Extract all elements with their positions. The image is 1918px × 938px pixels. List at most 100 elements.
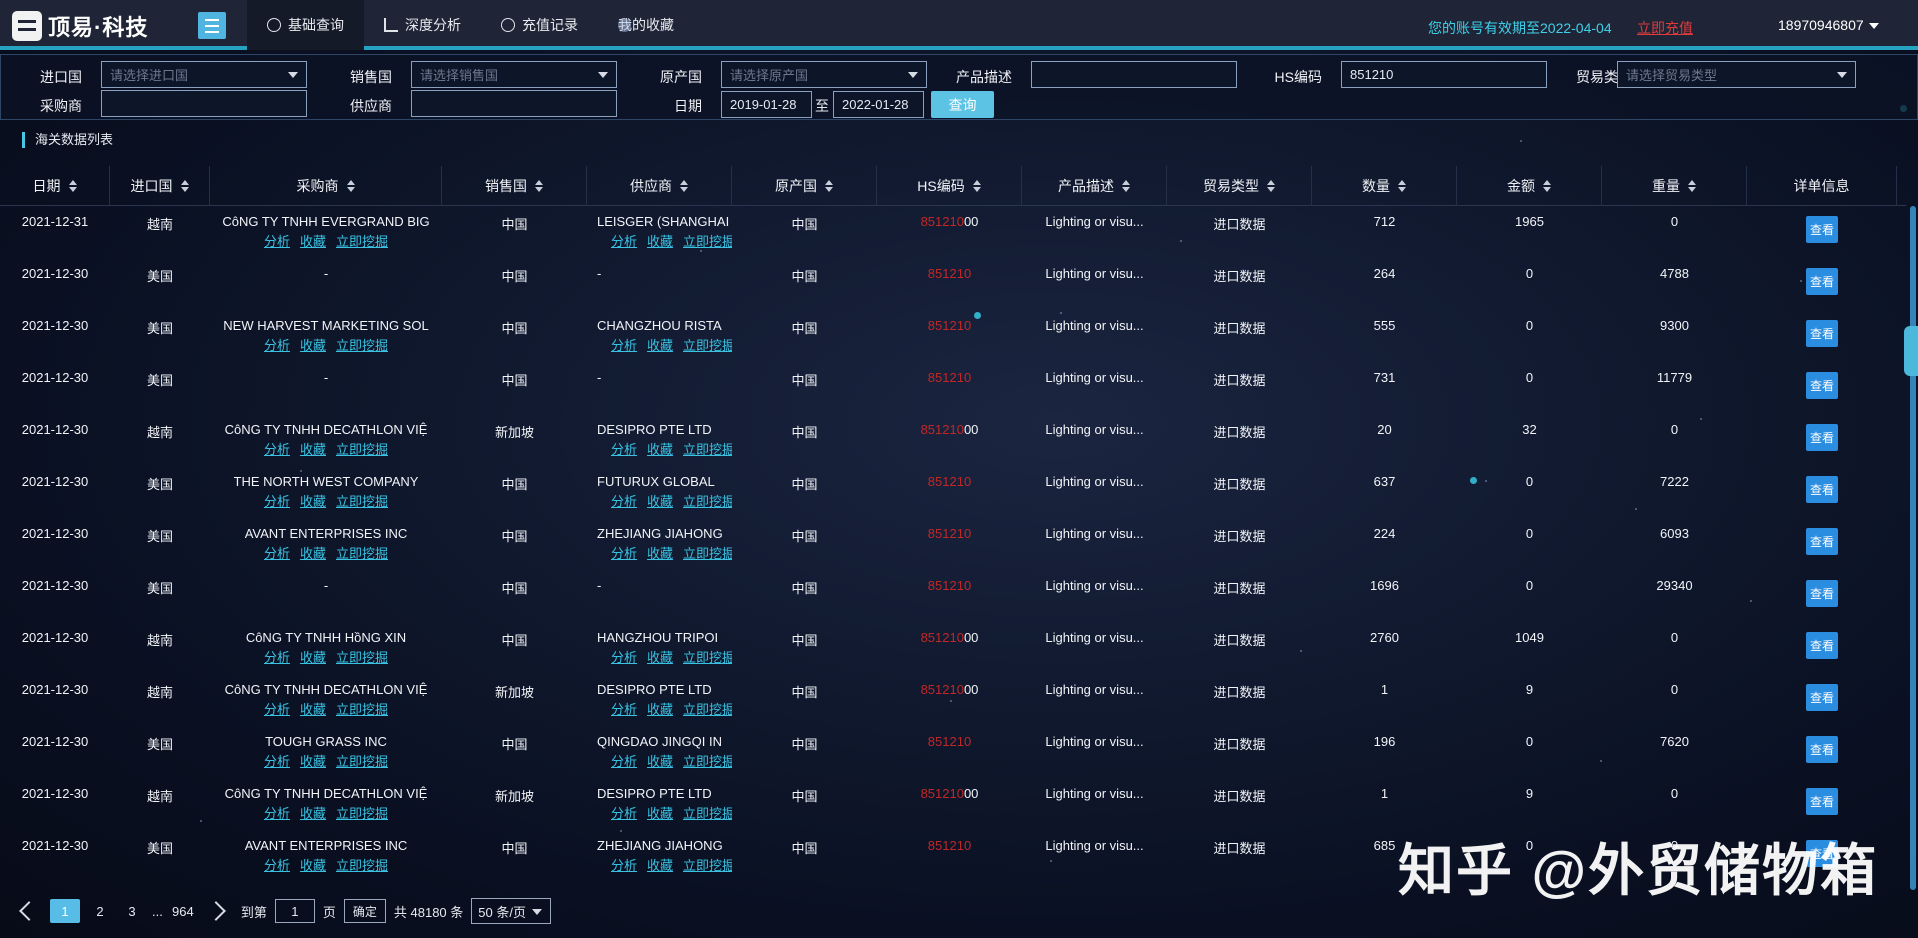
sort-icon[interactable] [1688, 180, 1696, 192]
favorite-link[interactable]: 收藏 [300, 751, 326, 770]
dig-now-link[interactable]: 立即挖掘 [336, 491, 388, 510]
view-details-button[interactable]: 查看 [1806, 476, 1838, 503]
favorite-link[interactable]: 收藏 [300, 543, 326, 562]
page-2[interactable]: 2 [88, 899, 112, 923]
analyze-link[interactable]: 分析 [611, 855, 637, 874]
favorite-link[interactable]: 收藏 [300, 231, 326, 250]
favorite-link[interactable]: 收藏 [647, 803, 673, 822]
col-header-trade-type[interactable]: 贸易类型 [1167, 166, 1312, 206]
dig-now-link[interactable]: 立即挖掘 [683, 803, 732, 822]
dig-now-link[interactable]: 立即挖掘 [683, 855, 732, 874]
dig-now-link[interactable]: 立即挖掘 [336, 803, 388, 822]
hs-code-input[interactable]: 851210 [1341, 61, 1547, 88]
favorite-link[interactable]: 收藏 [647, 699, 673, 718]
side-drawer-tab[interactable] [1904, 326, 1918, 376]
analyze-link[interactable]: 分析 [264, 699, 290, 718]
dig-now-link[interactable]: 立即挖掘 [683, 699, 732, 718]
sort-icon[interactable] [825, 180, 833, 192]
dig-now-link[interactable]: 立即挖掘 [683, 491, 732, 510]
favorite-link[interactable]: 收藏 [300, 855, 326, 874]
goto-page-input[interactable]: 1 [274, 899, 315, 923]
view-details-button[interactable]: 查看 [1806, 320, 1838, 347]
col-header-sales-country[interactable]: 销售国 [442, 166, 587, 206]
dig-now-link[interactable]: 立即挖掘 [683, 751, 732, 770]
analyze-link[interactable]: 分析 [264, 803, 290, 822]
favorite-link[interactable]: 收藏 [647, 855, 673, 874]
trade-type-select[interactable]: 请选择贸易类型 [1617, 61, 1856, 88]
view-details-button[interactable]: 查看 [1806, 788, 1838, 815]
analyze-link[interactable]: 分析 [264, 439, 290, 458]
sort-icon[interactable] [68, 180, 77, 192]
favorite-link[interactable]: 收藏 [300, 647, 326, 666]
col-header-import-country[interactable]: 进口国 [110, 166, 210, 206]
import-country-select[interactable]: 请选择进口国 [101, 61, 307, 88]
favorite-link[interactable]: 收藏 [300, 803, 326, 822]
col-header-amount[interactable]: 金额 [1457, 166, 1602, 206]
col-header-supplier[interactable]: 供应商 [587, 166, 732, 206]
analyze-link[interactable]: 分析 [611, 439, 637, 458]
page-ellipsis[interactable]: ... [152, 904, 163, 919]
sort-icon[interactable] [1398, 180, 1406, 192]
nav-recharge-records[interactable]: 充值记录 [481, 0, 598, 50]
product-desc-input[interactable] [1031, 61, 1237, 88]
analyze-link[interactable]: 分析 [264, 855, 290, 874]
view-details-button[interactable]: 查看 [1806, 580, 1838, 607]
dig-now-link[interactable]: 立即挖掘 [683, 543, 732, 562]
col-header-quantity[interactable]: 数量 [1312, 166, 1457, 206]
col-header-date[interactable]: 日期 [0, 166, 110, 206]
buyer-input[interactable] [101, 90, 307, 117]
page-size-select[interactable]: 50 条/页 [471, 898, 552, 924]
favorite-link[interactable]: 收藏 [647, 439, 673, 458]
favorite-link[interactable]: 收藏 [647, 231, 673, 250]
view-details-button[interactable]: 查看 [1806, 632, 1838, 659]
favorite-link[interactable]: 收藏 [300, 491, 326, 510]
analyze-link[interactable]: 分析 [611, 647, 637, 666]
favorite-link[interactable]: 收藏 [647, 335, 673, 354]
analyze-link[interactable]: 分析 [611, 491, 637, 510]
analyze-link[interactable]: 分析 [611, 543, 637, 562]
favorite-link[interactable]: 收藏 [647, 543, 673, 562]
dig-now-link[interactable]: 立即挖掘 [336, 543, 388, 562]
sort-icon[interactable] [1543, 180, 1551, 192]
view-details-button[interactable]: 查看 [1806, 372, 1838, 399]
dig-now-link[interactable]: 立即挖掘 [336, 699, 388, 718]
dig-now-link[interactable]: 立即挖掘 [336, 855, 388, 874]
view-details-button[interactable]: 查看 [1806, 528, 1838, 555]
dig-now-link[interactable]: 立即挖掘 [336, 335, 388, 354]
sort-icon[interactable] [535, 180, 543, 192]
analyze-link[interactable]: 分析 [264, 231, 290, 250]
analyze-link[interactable]: 分析 [264, 335, 290, 354]
sort-icon[interactable] [346, 180, 355, 192]
sort-icon[interactable] [1267, 180, 1275, 192]
view-details-button[interactable]: 查看 [1806, 424, 1838, 451]
page-3[interactable]: 3 [120, 899, 144, 923]
favorite-link[interactable]: 收藏 [647, 751, 673, 770]
user-menu[interactable]: 18970946807 [1778, 17, 1879, 33]
supplier-input[interactable] [411, 90, 617, 117]
recharge-link[interactable]: 立即充值 [1637, 18, 1693, 38]
origin-country-select[interactable]: 请选择原产国 [721, 61, 927, 88]
nav-basic-query[interactable]: 基础查询 [247, 0, 364, 50]
analyze-link[interactable]: 分析 [611, 803, 637, 822]
sales-country-select[interactable]: 请选择销售国 [411, 61, 617, 88]
view-details-button[interactable]: 查看 [1806, 736, 1838, 763]
analyze-link[interactable]: 分析 [264, 647, 290, 666]
favorite-link[interactable]: 收藏 [647, 647, 673, 666]
dig-now-link[interactable]: 立即挖掘 [336, 647, 388, 666]
dig-now-link[interactable]: 立即挖掘 [683, 439, 732, 458]
date-from-input[interactable]: 2019-01-28 [721, 91, 812, 118]
dig-now-link[interactable]: 立即挖掘 [336, 231, 388, 250]
nav-deep-analysis[interactable]: 深度分析 [364, 0, 481, 50]
analyze-link[interactable]: 分析 [611, 751, 637, 770]
page-1[interactable]: 1 [50, 899, 80, 923]
dig-now-link[interactable]: 立即挖掘 [336, 751, 388, 770]
vertical-scrollbar[interactable] [1910, 206, 1916, 890]
analyze-link[interactable]: 分析 [264, 751, 290, 770]
menu-toggle-button[interactable] [198, 12, 226, 39]
col-header-buyer[interactable]: 采购商 [210, 166, 442, 206]
sort-icon[interactable] [680, 180, 688, 192]
analyze-link[interactable]: 分析 [264, 491, 290, 510]
view-details-button[interactable]: 查看 [1806, 268, 1838, 295]
next-page-icon[interactable] [205, 901, 226, 921]
dig-now-link[interactable]: 立即挖掘 [683, 647, 732, 666]
